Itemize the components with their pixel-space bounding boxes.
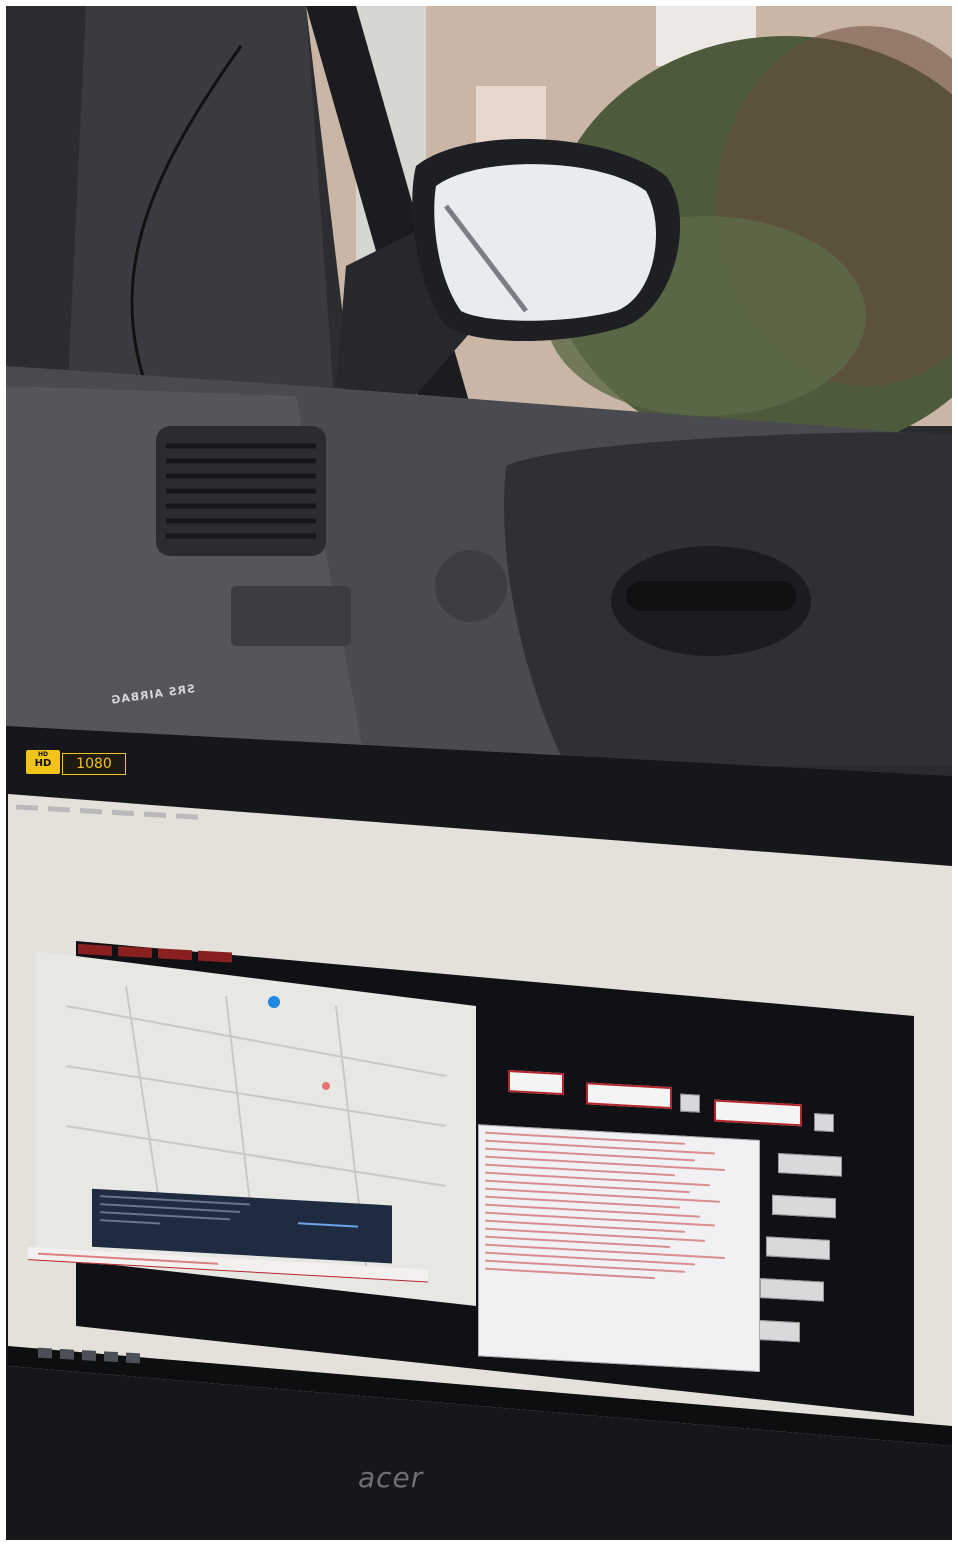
app-tab[interactable]: [198, 950, 232, 963]
notification-link[interactable]: [298, 1222, 358, 1228]
app-tab[interactable]: [158, 948, 192, 961]
hd-badge: HD HD: [26, 750, 60, 774]
taskbar-app-icon[interactable]: [126, 1352, 140, 1364]
speed-field: [778, 1153, 842, 1177]
rpm-field: [772, 1194, 836, 1219]
taskbar-app-icon[interactable]: [104, 1351, 118, 1363]
app-tab[interactable]: [78, 943, 112, 956]
photo-frame: SRS AIRBAG HD HD 1080 acer: [6, 6, 952, 1540]
hd-badge-top: HD: [37, 751, 48, 758]
resolution-badge: 1080: [62, 753, 126, 775]
longitude-field: [714, 1099, 802, 1127]
temp-field: [766, 1236, 830, 1260]
fuel-field: [760, 1278, 824, 1302]
laptop-screen-content: [8, 798, 952, 1491]
latitude-field: [586, 1082, 672, 1110]
app-tab-strip[interactable]: [78, 943, 232, 963]
time-field: [508, 1069, 564, 1096]
taskbar-app-icon[interactable]: [60, 1348, 74, 1360]
app-tab[interactable]: [118, 946, 152, 959]
taskbar-app-icon[interactable]: [82, 1350, 96, 1361]
copy-button[interactable]: [680, 1093, 700, 1113]
door-handle: [626, 581, 796, 611]
hazard-switch-panel: [231, 586, 351, 646]
dash-knob: [435, 550, 507, 622]
copy-button-2[interactable]: [814, 1113, 834, 1133]
laptop-brand-logo: acer: [358, 1461, 424, 1494]
log-list[interactable]: [478, 1124, 760, 1373]
status-field: [754, 1319, 800, 1343]
start-icon[interactable]: [38, 1347, 52, 1359]
menu-bar: [16, 804, 198, 820]
hd-badge-bottom: HD: [34, 758, 52, 769]
